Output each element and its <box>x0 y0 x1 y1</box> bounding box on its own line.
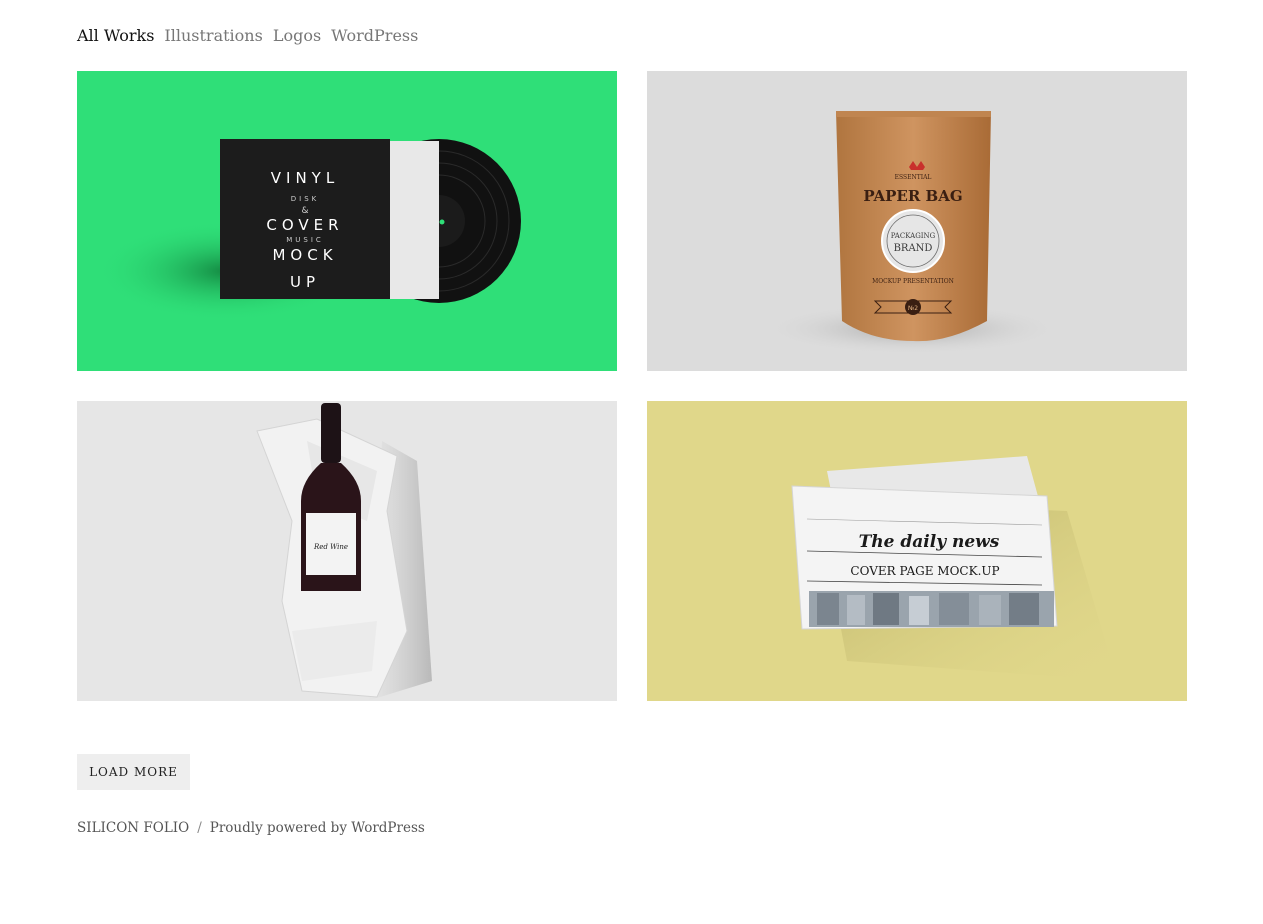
site-footer: SILICON FOLIO / Proudly powered by WordP… <box>77 820 425 836</box>
filter-logos[interactable]: Logos <box>273 26 321 45</box>
filter-all-works[interactable]: All Works <box>77 26 154 45</box>
filter-illustrations[interactable]: Illustrations <box>164 26 262 45</box>
newspaper-mockup-image: The daily news COVER PAGE MOCK.UP <box>791 456 1117 681</box>
vinyl-cover-line: MOCK <box>272 246 337 264</box>
vinyl-cover-line: COVER <box>266 216 343 234</box>
footer-separator: / <box>197 820 202 836</box>
portfolio-item-wine[interactable]: Red Wine <box>77 401 617 701</box>
wine-bottle-mockup-image: Red Wine <box>256 403 432 701</box>
site-name-link[interactable]: SILICON FOLIO <box>77 820 189 836</box>
vinyl-cover-line: DISK <box>291 195 320 203</box>
paper-bag-number: №2 <box>908 305 918 312</box>
powered-by-link[interactable]: Proudly powered by WordPress <box>210 820 425 836</box>
paper-bag-title: PAPER BAG <box>863 187 962 205</box>
vinyl-cover-line: VINYL <box>271 169 339 187</box>
vinyl-cover-line: MUSIC <box>286 236 324 244</box>
filter-wordpress[interactable]: WordPress <box>331 26 418 45</box>
portfolio-filter-nav: All Works Illustrations Logos WordPress <box>77 26 418 45</box>
page: All Works Illustrations Logos WordPress … <box>0 0 1263 924</box>
paper-bag-caption: MOCKUP PRESENTATION <box>872 278 954 285</box>
paper-bag-top-text: ESSENTIAL <box>895 174 932 181</box>
vinyl-cover-line: & <box>301 206 308 216</box>
load-more-button[interactable]: LOAD MORE <box>77 754 190 790</box>
vinyl-mockup-image: VINYL DISK & COVER MUSIC MOCK UP <box>97 139 521 321</box>
newspaper-headline: COVER PAGE MOCK.UP <box>850 564 999 578</box>
wine-label-text: Red Wine <box>313 543 348 551</box>
portfolio-item-vinyl[interactable]: VINYL DISK & COVER MUSIC MOCK UP <box>77 71 617 371</box>
newspaper-masthead: The daily news <box>859 532 1000 552</box>
paper-bag-mockup-image: ESSENTIAL PAPER BAG PACKAGING BRAND MOCK… <box>762 111 1062 355</box>
paper-bag-badge-line1: PACKAGING <box>891 232 936 240</box>
paper-bag-badge-line2: BRAND <box>894 243 933 254</box>
portfolio-item-paper-bag[interactable]: ESSENTIAL PAPER BAG PACKAGING BRAND MOCK… <box>647 71 1187 371</box>
portfolio-item-newspaper[interactable]: The daily news COVER PAGE MOCK.UP <box>647 401 1187 701</box>
vinyl-cover-line: UP <box>290 273 320 291</box>
